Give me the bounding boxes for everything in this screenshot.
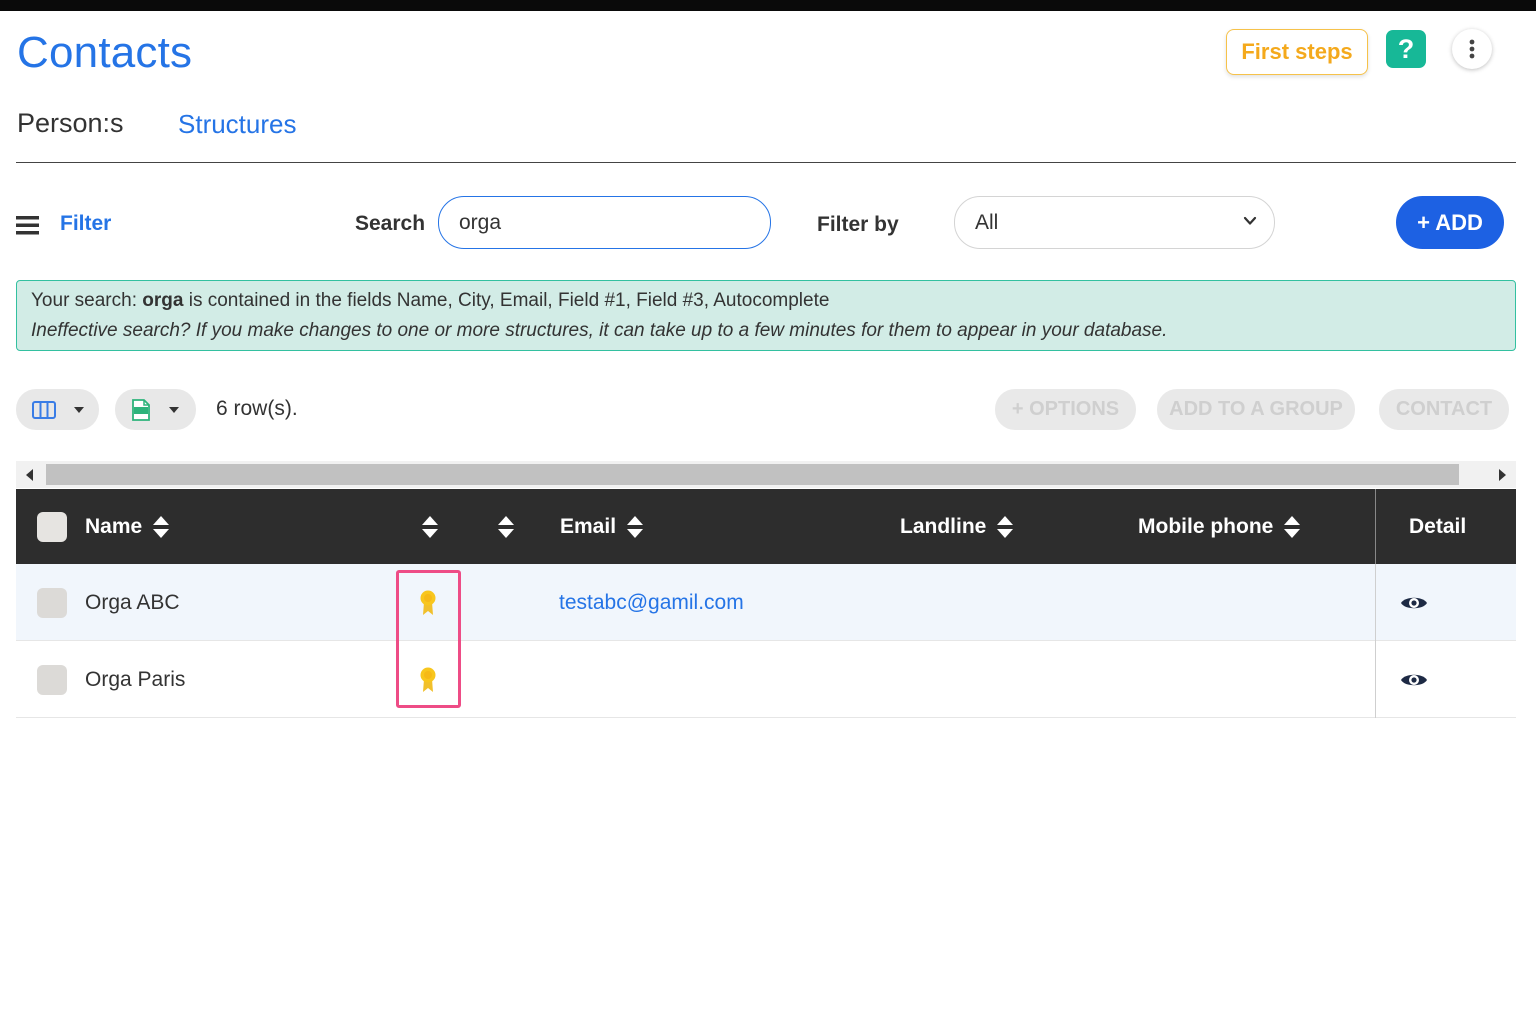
horizontal-scrollbar[interactable]	[16, 461, 1516, 488]
search-info-term: orga	[142, 290, 184, 311]
eye-icon[interactable]	[1400, 594, 1428, 612]
top-bar	[0, 0, 1536, 11]
first-steps-button[interactable]: First steps	[1226, 29, 1368, 75]
chevron-down-icon	[1243, 216, 1257, 225]
page-title: Contacts	[17, 28, 193, 77]
column-label-detail: Detail	[1409, 514, 1467, 538]
column-header-detail: Detail	[1409, 489, 1466, 564]
export-excel-button[interactable]	[115, 389, 196, 430]
filter-button[interactable]: Filter	[60, 212, 111, 236]
column-header-mobile[interactable]: Mobile phone	[1138, 489, 1301, 564]
email-link[interactable]: testabc@gamil.com	[559, 591, 744, 615]
menu-lines-icon[interactable]	[16, 216, 39, 235]
row-checkbox-cell	[37, 641, 67, 718]
row-count: 6 row(s).	[216, 397, 298, 420]
columns-icon	[32, 400, 56, 419]
filter-by-select[interactable]: All	[954, 196, 1275, 249]
search-info-prefix: Your search:	[31, 290, 143, 311]
search-info-banner: Your search: orga is contained in the fi…	[16, 280, 1516, 351]
more-vertical-icon	[1469, 39, 1475, 59]
scrollbar-thumb[interactable]	[46, 464, 1459, 485]
scroll-right-icon[interactable]	[1499, 469, 1506, 481]
sort-icon[interactable]	[1283, 515, 1301, 539]
row-badge-cell	[419, 564, 437, 641]
row-name[interactable]: Orga Paris	[85, 641, 185, 718]
column-header-landline[interactable]: Landline	[900, 489, 1014, 564]
column-label-name: Name	[85, 514, 143, 538]
eye-icon[interactable]	[1400, 671, 1428, 689]
column-label-email: Email	[560, 514, 617, 538]
search-info-line: Your search: orga is contained in the fi…	[31, 288, 1501, 318]
search-info-note: Ineffective search? If you make changes …	[31, 320, 1168, 341]
scroll-left-icon[interactable]	[26, 469, 33, 481]
tabs-divider	[16, 162, 1516, 163]
row-detail-cell	[1400, 564, 1428, 641]
add-to-group-button[interactable]: ADD TO A GROUP	[1157, 389, 1355, 430]
columns-button[interactable]	[16, 389, 99, 430]
contact-button[interactable]: CONTACT	[1379, 389, 1509, 430]
select-all-checkbox[interactable]	[37, 511, 67, 542]
award-ribbon-icon	[420, 590, 436, 615]
row-checkbox[interactable]	[37, 664, 67, 695]
table-row[interactable]: Orga ABC testabc@gamil.com	[16, 564, 1516, 641]
more-menu-button[interactable]	[1452, 29, 1492, 69]
row-checkbox[interactable]	[37, 587, 67, 618]
detail-column-divider	[1375, 489, 1376, 564]
search-input[interactable]	[438, 196, 771, 249]
filter-by-value: All	[975, 210, 999, 234]
search-label: Search	[355, 212, 426, 235]
sort-icon[interactable]	[626, 515, 644, 539]
select-all-checkbox-cell	[37, 489, 67, 564]
contacts-table: Name Email Landline Mobile phone Detail …	[16, 489, 1516, 718]
column-label-landline: Landline	[900, 514, 987, 538]
sort-icon[interactable]	[996, 515, 1014, 539]
row-name[interactable]: Orga ABC	[85, 564, 180, 641]
sort-icon[interactable]	[152, 515, 170, 539]
row-detail-cell	[1400, 641, 1428, 718]
search-info-suffix: is contained in the fields Name, City, E…	[183, 290, 830, 311]
column-header-name[interactable]: Name	[85, 489, 170, 564]
column-label-mobile: Mobile phone	[1138, 514, 1274, 538]
detail-column-divider	[1375, 641, 1376, 718]
column-header-email[interactable]: Email	[560, 489, 644, 564]
sort-icon[interactable]	[421, 515, 439, 539]
tab-persons[interactable]: Person:s	[17, 108, 124, 139]
detail-column-divider	[1375, 564, 1376, 641]
row-email[interactable]: testabc@gamil.com	[559, 564, 744, 641]
caret-down-icon	[169, 406, 179, 413]
row-checkbox-cell	[37, 564, 67, 641]
options-button[interactable]: + OPTIONS	[995, 389, 1136, 430]
table-row[interactable]: Orga Paris	[16, 641, 1516, 718]
table-header: Name Email Landline Mobile phone Detail	[16, 489, 1516, 564]
sort-icon[interactable]	[497, 515, 515, 539]
column-header-unnamed[interactable]	[497, 489, 515, 564]
excel-file-icon	[132, 398, 150, 421]
tab-structures[interactable]: Structures	[178, 109, 297, 140]
filter-by-label: Filter by	[817, 213, 899, 236]
row-badge-cell	[419, 641, 437, 718]
award-ribbon-icon	[420, 667, 436, 692]
add-button[interactable]: + ADD	[1396, 196, 1504, 249]
caret-down-icon	[74, 406, 84, 413]
help-button[interactable]: ?	[1386, 30, 1426, 68]
column-header-badge[interactable]	[421, 489, 439, 564]
